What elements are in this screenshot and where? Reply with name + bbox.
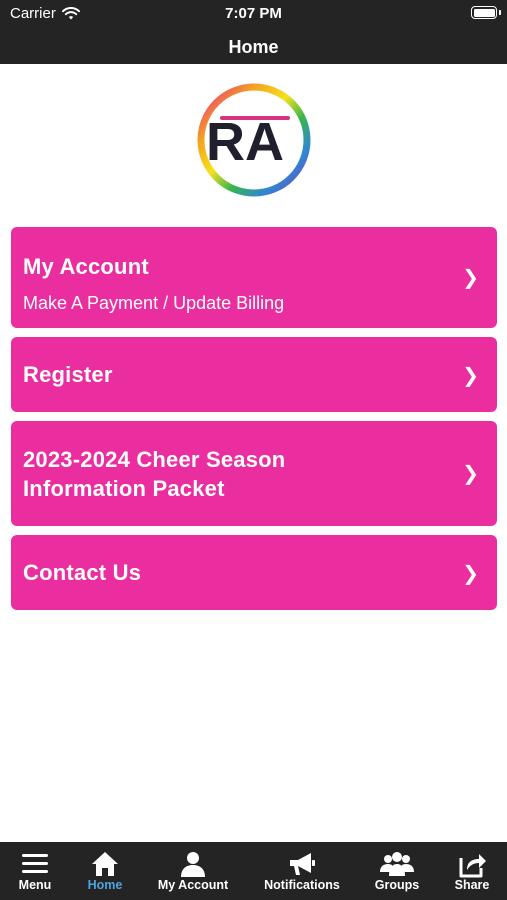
logo-text: RA <box>206 112 284 172</box>
register-card[interactable]: Register ❯ <box>11 337 497 412</box>
card-subtitle: Make A Payment / Update Billing <box>23 293 285 313</box>
page-title: Home <box>228 37 279 57</box>
tab-label: Home <box>87 878 123 892</box>
groups-icon <box>380 852 414 876</box>
card-title-line2: Information Packet <box>23 476 225 501</box>
card-title: Contact Us <box>23 560 142 585</box>
tab-groups[interactable]: Groups <box>364 842 430 900</box>
cheer-season-packet-card[interactable]: 2023-2024 Cheer Season Information Packe… <box>11 421 497 526</box>
home-icon <box>92 852 118 876</box>
tab-bar: Menu Home My Account Notifications Group… <box>0 842 507 900</box>
chevron-right-icon: ❯ <box>462 563 479 585</box>
tab-label: Notifications <box>264 878 340 892</box>
hamburger-icon <box>22 854 48 873</box>
tab-my-account[interactable]: My Account <box>150 842 236 900</box>
chevron-right-icon: ❯ <box>462 365 479 387</box>
tab-label: My Account <box>157 878 229 892</box>
battery-cap <box>499 10 501 15</box>
tab-label: Menu <box>18 878 52 892</box>
card-title-line1: 2023-2024 Cheer Season <box>23 447 286 472</box>
tab-notifications[interactable]: Notifications <box>256 842 348 900</box>
tab-home[interactable]: Home <box>72 842 138 900</box>
status-time: 7:07 PM <box>225 5 282 22</box>
tab-menu[interactable]: Menu <box>2 842 68 900</box>
ra-logo: RA <box>192 80 316 204</box>
card-title: Register <box>23 362 113 387</box>
my-account-card[interactable]: My Account Make A Payment / Update Billi… <box>11 227 497 328</box>
megaphone-icon <box>290 853 315 875</box>
tab-label: Groups <box>374 878 420 892</box>
top-bar: Carrier 7:07 PM Home <box>0 0 507 64</box>
chevron-right-icon: ❯ <box>462 463 479 485</box>
card-title: My Account <box>23 254 149 279</box>
share-icon <box>459 854 486 878</box>
tab-label: Share <box>454 878 490 892</box>
tab-share[interactable]: Share <box>440 842 504 900</box>
user-icon <box>181 852 205 877</box>
contact-us-card[interactable]: Contact Us ❯ <box>11 535 497 610</box>
battery-icon <box>471 6 497 19</box>
chevron-right-icon: ❯ <box>462 267 479 289</box>
